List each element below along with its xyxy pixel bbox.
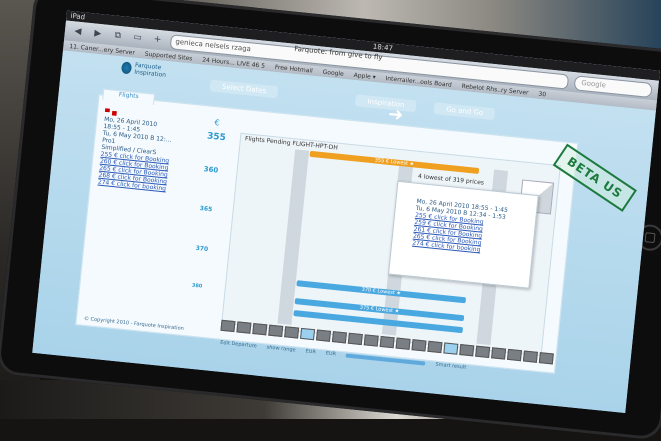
globe-icon <box>120 61 133 75</box>
flight-info: ▀ ■ Mo, 26 April 2010 18:55 - 1:45 Tu, 6… <box>97 109 199 195</box>
home-square-icon <box>644 232 656 244</box>
day-cell[interactable] <box>427 340 443 354</box>
currency-select[interactable]: EUR <box>305 348 316 355</box>
price-label: 360 <box>203 165 219 175</box>
add-icon[interactable]: + <box>150 34 165 46</box>
price-label: 380 <box>191 282 203 290</box>
day-cell[interactable] <box>475 345 491 358</box>
price-label: 370 <box>195 244 209 254</box>
day-cell[interactable] <box>443 342 459 355</box>
day-cell[interactable] <box>522 350 538 363</box>
price-label: 365 <box>199 205 213 214</box>
day-cell[interactable] <box>379 335 395 349</box>
back-arrow-icon[interactable]: ◀ <box>70 26 85 37</box>
day-cell[interactable] <box>252 323 268 336</box>
arrow-right-icon: ➜ <box>387 103 405 127</box>
ipad-screen: iPad 18:47 ◀ ▶ ⧉ ▭ + genieca nelsels rza… <box>32 10 660 414</box>
step-go[interactable]: Go and Go <box>433 102 496 121</box>
web-content: Farquote Inspiration Select Dates Inspir… <box>32 50 656 414</box>
step-inspiration[interactable]: Inspiration <box>355 94 418 113</box>
forward-arrow-icon[interactable]: ▶ <box>90 28 105 39</box>
day-cell[interactable] <box>300 327 316 341</box>
day-cell[interactable] <box>459 344 475 357</box>
day-cell[interactable] <box>284 326 300 339</box>
day-cell[interactable] <box>506 348 523 362</box>
popup-content: Mo, 26 April 2010 18:55 - 1:45 Tu, 6 May… <box>412 198 508 256</box>
day-cell[interactable] <box>220 319 236 333</box>
pages-icon[interactable]: ⧉ <box>110 30 125 42</box>
bookmark-item[interactable]: Google <box>322 68 344 77</box>
step-select-dates[interactable]: Select Dates <box>209 79 279 99</box>
day-cell[interactable] <box>347 332 363 346</box>
day-cell[interactable] <box>363 334 379 347</box>
currency-select[interactable]: EUR <box>325 350 336 357</box>
day-cell[interactable] <box>315 329 331 342</box>
day-cell[interactable] <box>491 347 507 360</box>
price-popup: Mo, 26 April 2010 18:55 - 1:45 Tu, 6 May… <box>388 180 539 289</box>
site-logo[interactable]: Farquote Inspiration <box>120 60 186 80</box>
bookmark-item[interactable]: Apple ▾ <box>353 71 376 80</box>
currency-symbol: € <box>214 118 220 128</box>
day-cell[interactable] <box>268 324 284 337</box>
price-bar[interactable]: 355 € Lowest ★ <box>309 150 480 174</box>
bookmarks-icon[interactable]: ▭ <box>130 32 145 43</box>
day-cell[interactable] <box>538 352 554 365</box>
day-cell[interactable] <box>331 331 347 344</box>
day-cell[interactable] <box>411 339 427 352</box>
day-cell[interactable] <box>236 321 252 334</box>
bookmark-item[interactable]: 30 <box>538 90 546 98</box>
ipad-device: iPad 18:47 ◀ ▶ ⧉ ▭ + genieca nelsels rza… <box>0 0 661 441</box>
day-cell[interactable] <box>395 337 411 350</box>
price-label: 355 <box>206 131 227 144</box>
